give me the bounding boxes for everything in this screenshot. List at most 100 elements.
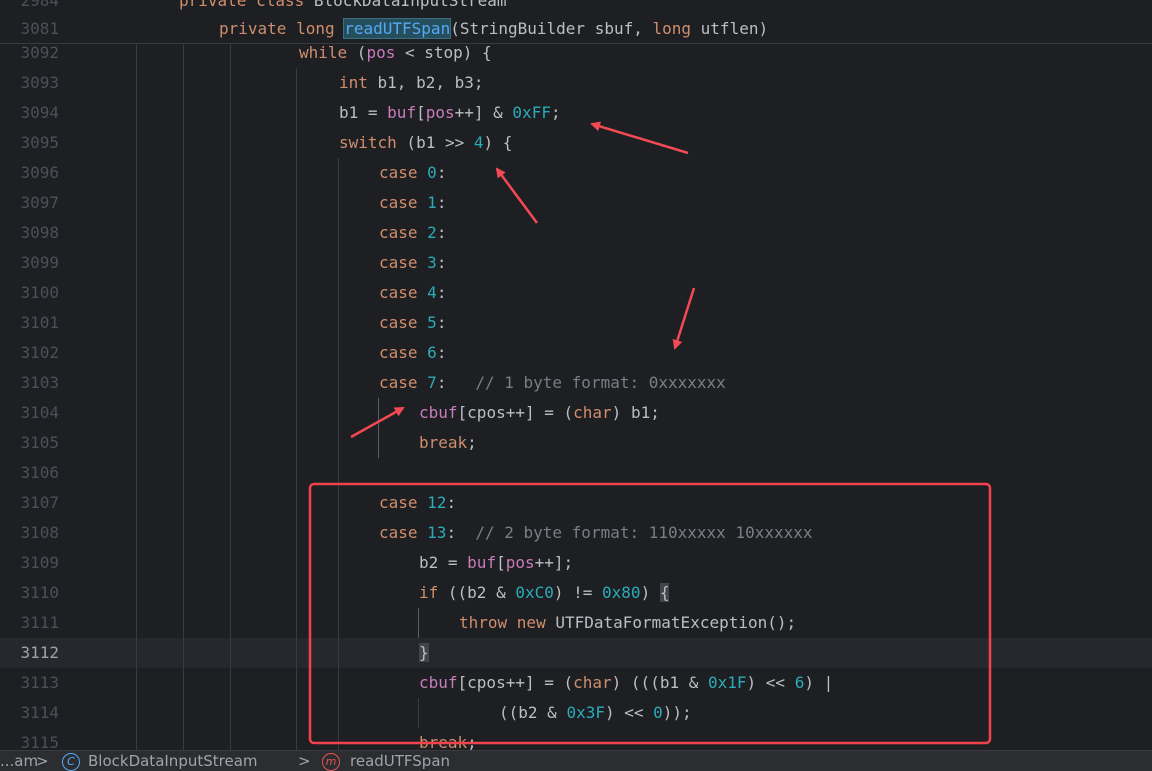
code-token: case	[379, 373, 428, 392]
line-number: 3111	[20, 613, 59, 632]
line-number: 3093	[20, 73, 59, 92]
indent-guide	[338, 158, 339, 750]
code-token: ((b2 &	[438, 583, 516, 602]
code-token: if	[419, 583, 439, 602]
indent-guide	[136, 44, 137, 750]
code-token: :	[436, 253, 447, 272]
line-number: 3106	[20, 463, 59, 482]
code-token: ) !=	[553, 583, 603, 602]
code-text: case 5:	[379, 308, 446, 338]
code-text: b2 = buf[pos++];	[419, 548, 573, 578]
breadcrumb-separator: >	[36, 752, 49, 770]
code-line[interactable]: 3107 case 12:	[0, 488, 1152, 518]
code-token: ++] &	[454, 103, 513, 122]
code-token: ;	[467, 733, 477, 750]
code-line[interactable]: 3094 b1 = buf[pos++] & 0xFF;	[0, 98, 1152, 128]
code-line[interactable]: 3100 case 4:	[0, 278, 1152, 308]
code-token: cpos++] = (	[467, 403, 574, 422]
code-text: cbuf[cpos++] = (char) b1;	[419, 398, 660, 428]
indent-guide	[230, 44, 231, 750]
code-line[interactable]: 3115 break;	[0, 728, 1152, 750]
code-text: switch (b1 >> 4) {	[339, 128, 512, 158]
indent-guide	[418, 698, 419, 728]
line-number: 3109	[20, 553, 59, 572]
code-token: utflen)	[691, 19, 769, 38]
code-line[interactable]: 3093 int b1, b2, b3;	[0, 68, 1152, 98]
code-line[interactable]: 3096 case 0:	[0, 158, 1152, 188]
indent-guide	[296, 68, 297, 750]
code-token: 3	[427, 253, 437, 272]
breadcrumb-item[interactable]: readUTFSpan	[350, 751, 450, 771]
code-token: case	[379, 223, 428, 242]
line-number: 3107	[20, 493, 59, 512]
code-token: 7	[427, 373, 437, 392]
code-token: 4	[473, 133, 484, 152]
code-line[interactable]: 3108 case 13: // 2 byte format: 110xxxxx …	[0, 518, 1152, 548]
code-line[interactable]: 3103 case 7: // 1 byte format: 0xxxxxxx	[0, 368, 1152, 398]
code-token: ;	[550, 103, 561, 122]
code-token: 13	[427, 523, 447, 542]
code-token: case	[379, 313, 428, 332]
code-token: ));	[662, 703, 692, 722]
line-number: 3114	[20, 703, 59, 722]
code-token: // 1 byte format: 0xxxxxxx	[475, 373, 726, 392]
code-token: :	[436, 373, 476, 392]
code-line[interactable]: 3112}	[0, 638, 1152, 668]
line-number: 3094	[20, 103, 59, 122]
code-token: ) <<	[604, 703, 654, 722]
code-text: ((b2 & 0x3F) << 0));	[499, 698, 692, 728]
line-number: 3099	[20, 253, 59, 272]
code-token: buf	[387, 103, 417, 122]
code-text: case 13: // 2 byte format: 110xxxxx 10xx…	[379, 518, 813, 548]
code-editor[interactable]: 2984 private class BlockDataInputStream 30…	[0, 0, 1152, 750]
class-icon: C	[62, 753, 80, 771]
code-token: case	[379, 163, 428, 182]
code-line[interactable]: 3104 cbuf[cpos++] = (char) b1;	[0, 398, 1152, 428]
code-text: case 12:	[379, 488, 456, 518]
code-text: case 2:	[379, 218, 446, 248]
line-number: 3102	[20, 343, 59, 362]
code-token: ) b1;	[611, 403, 660, 422]
code-token: case	[379, 253, 428, 272]
code-line[interactable]: 3111 throw new UTFDataFormatException();	[0, 608, 1152, 638]
code-line[interactable]: 3113 cbuf[cpos++] = (char) (((b1 & 0x1F) …	[0, 668, 1152, 698]
code-line[interactable]: 3099 case 3:	[0, 248, 1152, 278]
breadcrumb-item[interactable]: BlockDataInputStream	[88, 751, 258, 771]
code-token: 0x1F	[707, 673, 747, 692]
code-line[interactable]: 3101 case 5:	[0, 308, 1152, 338]
code-token: 2	[427, 223, 437, 242]
line-number: 3108	[20, 523, 59, 542]
code-line[interactable]: 3106	[0, 458, 1152, 488]
code-token: cbuf	[419, 403, 458, 422]
code-line[interactable]: 3110 if ((b2 & 0xC0) != 0x80) {	[0, 578, 1152, 608]
code-token: 6	[794, 673, 805, 692]
code-token: 4	[427, 283, 437, 302]
code-token: 6	[427, 343, 437, 362]
code-token: switch	[339, 133, 397, 152]
code-text: case 4:	[379, 278, 446, 308]
line-number: 3095	[20, 133, 59, 152]
code-line[interactable]: 3097 case 1:	[0, 188, 1152, 218]
code-line[interactable]: 3102 case 6:	[0, 338, 1152, 368]
code-text: break;	[419, 728, 477, 750]
code-text: case 7: // 1 byte format: 0xxxxxxx	[379, 368, 726, 398]
code-token: pos	[425, 103, 455, 122]
code-token: private class	[179, 0, 314, 10]
code-line[interactable]: 3114 ((b2 & 0x3F) << 0));	[0, 698, 1152, 728]
code-token: 1	[427, 193, 437, 212]
code-token: 0xC0	[515, 583, 554, 602]
code-text: cbuf[cpos++] = (char) (((b1 & 0x1F) << 6…	[419, 668, 833, 698]
code-token: :	[446, 523, 476, 542]
code-token: ) {	[483, 133, 513, 152]
code-token: )	[640, 583, 660, 602]
code-line[interactable]: 3109 b2 = buf[pos++];	[0, 548, 1152, 578]
code-line[interactable]: 3098 case 2:	[0, 218, 1152, 248]
breadcrumb-item[interactable]: ...am	[0, 751, 38, 771]
code-line[interactable]: 3095 switch (b1 >> 4) {	[0, 128, 1152, 158]
code-line[interactable]: 3105 break;	[0, 428, 1152, 458]
line-number: 3097	[20, 193, 59, 212]
line-number: 3115	[20, 733, 59, 750]
indent-guide	[183, 44, 184, 750]
line-number: 3104	[20, 403, 59, 422]
code-token: [cpos++] = (	[457, 673, 574, 692]
